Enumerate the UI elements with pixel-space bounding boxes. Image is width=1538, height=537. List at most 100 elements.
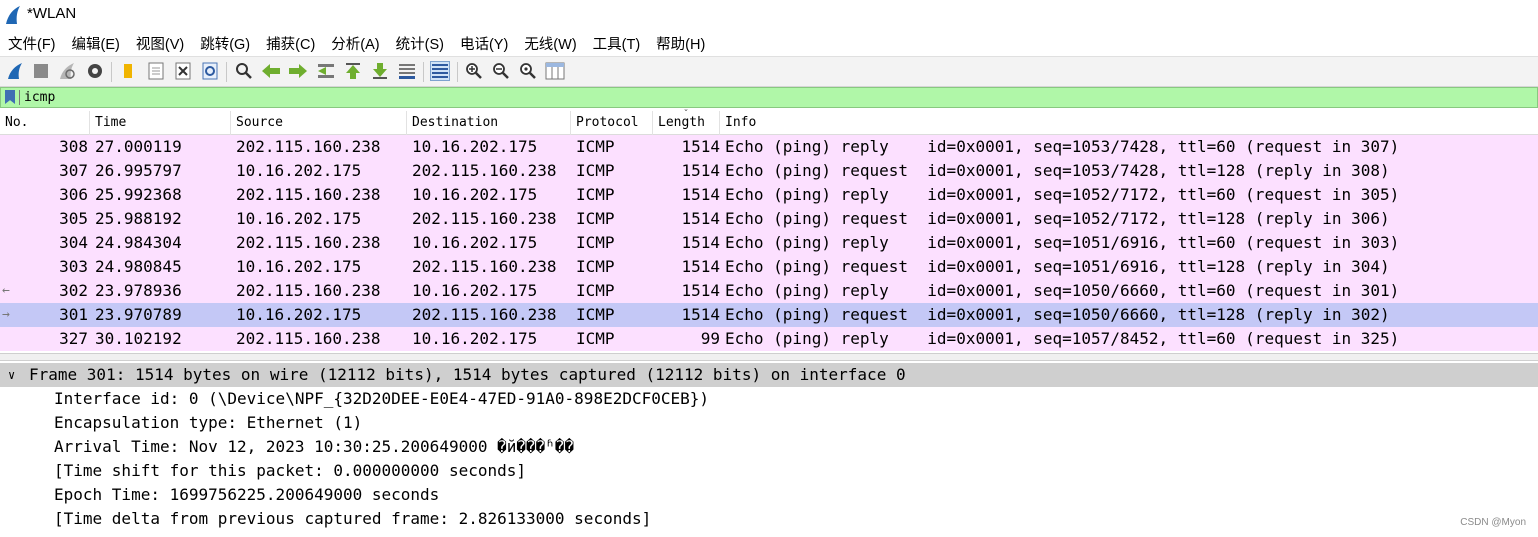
detail-line[interactable]: [Time delta from previous captured frame… (0, 507, 1538, 531)
chevron-down-icon[interactable]: ∨ (8, 363, 15, 387)
packet-protocol: ICMP (576, 305, 615, 324)
go-last-icon[interactable] (370, 61, 390, 81)
packet-row[interactable]: 307 26.995797 10.16.202.175 202.115.160.238… (0, 159, 1538, 183)
packet-protocol: ICMP (576, 209, 615, 228)
menu-bar: 文件(F) 编辑(E) 视图(V) 跳转(G) 捕获(C) 分析(A) 统计(S… (0, 30, 1538, 56)
packet-destination: 10.16.202.175 (412, 185, 538, 204)
packet-row[interactable]: 308 27.000119 202.115.160.238 10.16.202.175… (0, 135, 1538, 159)
packet-protocol: ICMP (576, 281, 615, 300)
colorize-icon[interactable] (430, 61, 450, 81)
packet-row[interactable]: 303 24.980845 10.16.202.175 202.115.160.238… (0, 255, 1538, 279)
packet-row[interactable]: 304 24.984304 202.115.160.238 10.16.202.175… (0, 231, 1538, 255)
detail-line[interactable]: Epoch Time: 1699756225.200649000 seconds (0, 483, 1538, 507)
packet-source: 10.16.202.175 (236, 161, 362, 180)
column-header-info[interactable]: Info (720, 111, 1538, 135)
packet-number: 303 (59, 257, 88, 276)
menu-wireless[interactable]: 无线(W) (524, 33, 576, 54)
packet-source: 202.115.160.238 (236, 137, 381, 156)
packet-protocol: ICMP (576, 233, 615, 252)
packet-length: 1514 (681, 209, 720, 228)
menu-view[interactable]: 视图(V) (136, 33, 184, 54)
jump-icon[interactable] (316, 61, 336, 81)
gear-icon[interactable] (85, 61, 105, 81)
packet-time: 26.995797 (95, 161, 182, 180)
column-header-source[interactable]: Source (231, 111, 407, 135)
packet-number: 304 (59, 233, 88, 252)
packet-list-header: No. Time Source Destination Protocol Len… (0, 109, 1538, 135)
packet-destination: 10.16.202.175 (412, 233, 538, 252)
bookmark-icon[interactable] (5, 90, 15, 104)
packet-destination: 10.16.202.175 (412, 329, 538, 348)
menu-tools[interactable]: 工具(T) (593, 33, 641, 54)
packet-info: Echo (ping) reply id=0x0001, seq=1057/84… (725, 329, 1400, 348)
detail-line[interactable]: Interface id: 0 (\Device\NPF_{32D20DEE-E… (0, 387, 1538, 411)
packet-number: 306 (59, 185, 88, 204)
autoscroll-icon[interactable] (397, 61, 417, 81)
menu-go[interactable]: 跳转(G) (200, 33, 250, 54)
menu-file[interactable]: 文件(F) (8, 33, 56, 54)
packet-protocol: ICMP (576, 185, 615, 204)
restart-icon[interactable] (57, 61, 77, 81)
stop-icon[interactable] (31, 61, 51, 81)
display-filter-input[interactable] (24, 89, 1524, 106)
packet-row[interactable]: 305 25.988192 10.16.202.175 202.115.160.238… (0, 207, 1538, 231)
packet-info: Echo (ping) reply id=0x0001, seq=1052/71… (725, 185, 1400, 204)
search-icon[interactable] (234, 61, 254, 81)
zoom-reset-icon[interactable] (518, 61, 538, 81)
packet-destination: 10.16.202.175 (412, 137, 538, 156)
packet-row[interactable]: 306 25.992368 202.115.160.238 10.16.202.175… (0, 183, 1538, 207)
resize-columns-icon[interactable] (545, 61, 565, 81)
packet-protocol: ICMP (576, 161, 615, 180)
arrow-left-icon[interactable] (261, 61, 281, 81)
menu-help[interactable]: 帮助(H) (656, 33, 705, 54)
packet-number: 307 (59, 161, 88, 180)
packet-row[interactable]: ← 302 23.978936 202.115.160.238 10.16.202.17… (0, 279, 1538, 303)
packet-length: 1514 (681, 281, 720, 300)
window-title: *WLAN (27, 5, 77, 22)
pane-splitter[interactable] (0, 353, 1538, 361)
packet-row[interactable]: → 301 23.970789 10.16.202.175 202.115.160.23… (0, 303, 1538, 327)
packet-info: Echo (ping) request id=0x0001, seq=1053/… (725, 161, 1390, 180)
packet-time: 30.102192 (95, 329, 182, 348)
file-icon[interactable] (146, 61, 166, 81)
shark-fin-icon[interactable] (5, 61, 25, 81)
menu-telephony[interactable]: 电话(Y) (460, 33, 508, 54)
sort-indicator-icon: ˇ (683, 109, 690, 120)
column-header-time[interactable]: Time (90, 111, 231, 135)
menu-capture[interactable]: 捕获(C) (266, 33, 315, 54)
menu-statistics[interactable]: 统计(S) (396, 33, 444, 54)
close-file-icon[interactable] (173, 61, 193, 81)
column-header-destination[interactable]: Destination (407, 111, 571, 135)
packet-time: 25.992368 (95, 185, 182, 204)
menu-analyze[interactable]: 分析(A) (331, 33, 379, 54)
detail-line[interactable]: Arrival Time: Nov 12, 2023 10:30:25.2006… (0, 435, 1538, 459)
packet-time: 23.978936 (95, 281, 182, 300)
packet-time: 25.988192 (95, 209, 182, 228)
packet-number: 327 (59, 329, 88, 348)
detail-line[interactable]: Encapsulation type: Ethernet (1) (0, 411, 1538, 435)
menu-edit[interactable]: 编辑(E) (72, 33, 120, 54)
detail-line[interactable]: [Time shift for this packet: 0.000000000… (0, 459, 1538, 483)
packet-row[interactable]: 327 30.102192 202.115.160.238 10.16.202.175… (0, 327, 1538, 351)
go-first-icon[interactable] (343, 61, 363, 81)
packet-number: 305 (59, 209, 88, 228)
packet-list: No. Time Source Destination Protocol Len… (0, 109, 1538, 353)
packet-length: 1514 (681, 161, 720, 180)
packet-source: 202.115.160.238 (236, 233, 381, 252)
column-header-protocol[interactable]: Protocol (571, 111, 653, 135)
arrow-right-icon[interactable] (288, 61, 308, 81)
folder-icon[interactable] (118, 61, 138, 81)
packet-destination: 202.115.160.238 (412, 257, 557, 276)
packet-number: 301 (59, 305, 88, 324)
column-header-no[interactable]: No. (0, 111, 90, 135)
zoom-in-icon[interactable] (464, 61, 484, 81)
reload-icon[interactable] (200, 61, 220, 81)
packet-protocol: ICMP (576, 329, 615, 348)
watermark: CSDN @Myon⁠ (1460, 517, 1526, 528)
packet-number: 302 (59, 281, 88, 300)
packet-time: 24.980845 (95, 257, 182, 276)
frame-tree-item[interactable]: ∨ Frame 301: 1514 bytes on wire (12112 b… (0, 363, 1538, 387)
zoom-out-icon[interactable] (491, 61, 511, 81)
packet-source: 202.115.160.238 (236, 185, 381, 204)
packet-info: Echo (ping) request id=0x0001, seq=1052/… (725, 209, 1390, 228)
